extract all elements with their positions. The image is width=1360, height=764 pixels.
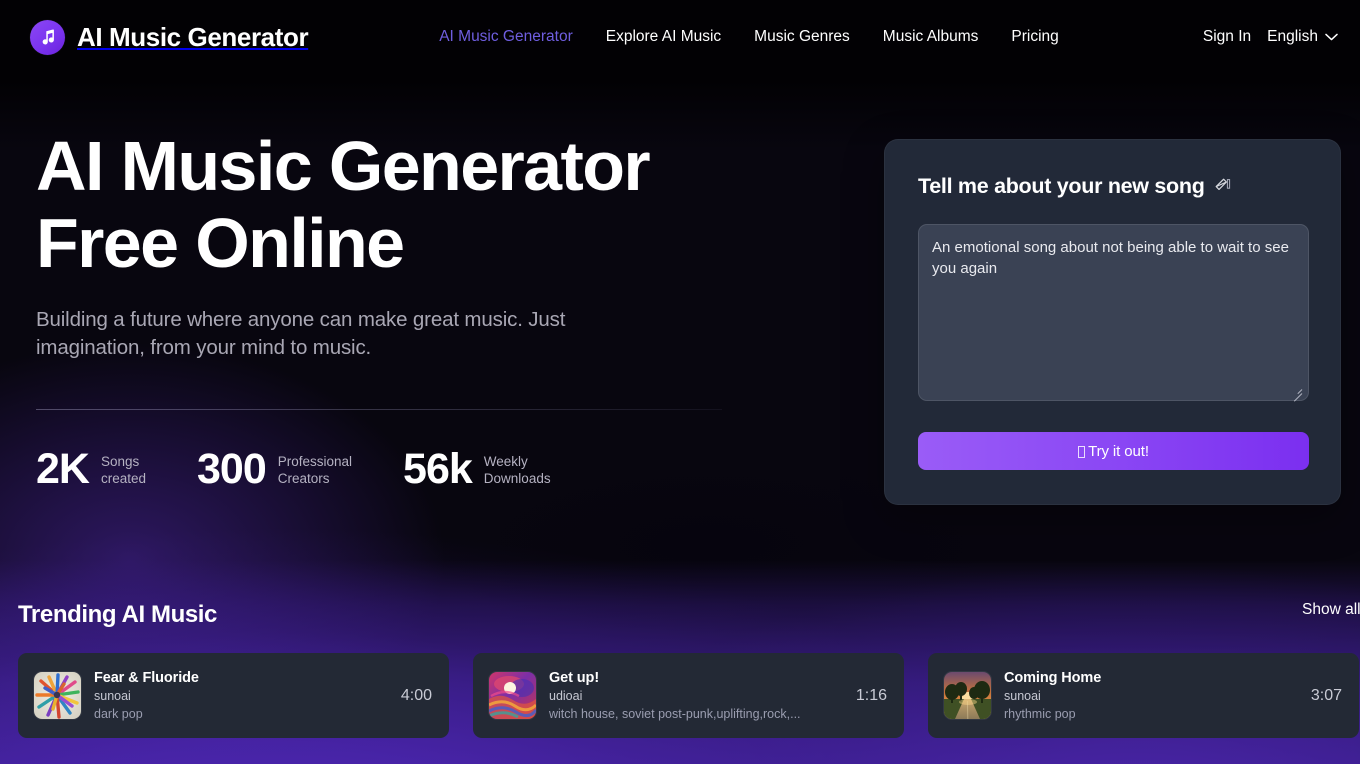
hero-title-line-2: Free Online bbox=[36, 204, 405, 282]
prompt-card-title: Tell me about your new song bbox=[918, 174, 1205, 198]
brand-logo-link[interactable]: AI Music Generator bbox=[30, 19, 309, 55]
missing-glyph-box-icon bbox=[1078, 446, 1086, 458]
stats-row: 2K Songs created 300 Professional Creato… bbox=[36, 448, 736, 491]
track-genre: dark pop bbox=[94, 706, 143, 721]
track-title: Coming Home bbox=[1004, 669, 1102, 686]
track-duration: 4:00 bbox=[400, 686, 432, 704]
hero-divider bbox=[36, 409, 722, 410]
stat-item: 300 Professional Creators bbox=[197, 448, 352, 491]
brand-name: AI Music Generator bbox=[77, 21, 309, 52]
trending-track-list: Fear & Fluoride sunoai dark pop 4:00 Get… bbox=[18, 653, 1359, 738]
track-artist: udioai bbox=[549, 688, 583, 703]
track-duration: 1:16 bbox=[855, 686, 887, 704]
hero-section: AI Music Generator Free Online Building … bbox=[36, 128, 736, 491]
track-card[interactable]: Get up! udioai witch house, soviet post-… bbox=[473, 653, 904, 738]
track-duration: 3:07 bbox=[1310, 686, 1342, 704]
nav-link-explore-ai-music[interactable]: Explore AI Music bbox=[606, 28, 721, 46]
song-description-input[interactable] bbox=[918, 224, 1309, 401]
track-genre: rhythmic pop bbox=[1004, 706, 1076, 721]
hero-subtitle: Building a future where anyone can make … bbox=[36, 308, 566, 359]
nav-link-music-genres[interactable]: Music Genres bbox=[754, 28, 850, 46]
prompt-card: Tell me about your new song Try it out! bbox=[884, 139, 1341, 505]
nav-link-ai-music-generator[interactable]: AI Music Generator bbox=[439, 28, 573, 46]
nav-link-pricing[interactable]: Pricing bbox=[1011, 28, 1058, 46]
page-root: AI Music Generator AI Music Generator Ex… bbox=[0, 0, 1360, 764]
hero-title-line-1: AI Music Generator bbox=[36, 127, 651, 205]
language-selector[interactable]: English bbox=[1267, 28, 1338, 46]
pencil-edit-icon bbox=[1214, 176, 1231, 197]
stat-item: 2K Songs created bbox=[36, 448, 146, 491]
nav-link-music-albums[interactable]: Music Albums bbox=[883, 28, 979, 46]
track-info: Get up! udioai witch house, soviet post-… bbox=[549, 669, 844, 723]
track-card[interactable]: Coming Home sunoai rhythmic pop 3:07 bbox=[928, 653, 1359, 738]
primary-nav: AI Music Generator Explore AI Music Musi… bbox=[439, 28, 1059, 46]
track-artist: sunoai bbox=[1004, 688, 1041, 703]
chevron-down-icon bbox=[1325, 28, 1338, 46]
try-it-out-button[interactable]: Try it out! bbox=[918, 432, 1309, 470]
language-label: English bbox=[1267, 28, 1318, 45]
track-title: Get up! bbox=[549, 669, 600, 686]
site-header: AI Music Generator AI Music Generator Ex… bbox=[0, 0, 1360, 74]
stat-label: Songs created bbox=[100, 453, 146, 486]
trending-title: Trending AI Music bbox=[18, 601, 217, 628]
header-actions: Sign In English bbox=[1203, 28, 1344, 46]
try-it-out-label: Try it out! bbox=[1088, 442, 1149, 460]
track-card[interactable]: Fear & Fluoride sunoai dark pop 4:00 bbox=[18, 653, 449, 738]
stat-value: 56k bbox=[403, 445, 473, 493]
album-art-colorful-burst-icon bbox=[34, 672, 81, 719]
prompt-card-header: Tell me about your new song bbox=[885, 140, 1340, 199]
track-artist: sunoai bbox=[94, 688, 131, 703]
trending-header: Trending AI Music bbox=[18, 601, 1360, 629]
track-title: Fear & Fluoride bbox=[94, 669, 199, 686]
show-all-link[interactable]: Show all bbox=[1302, 601, 1360, 619]
stat-label: Weekly Downloads bbox=[483, 453, 551, 486]
album-art-swirl-abstract-icon bbox=[489, 672, 536, 719]
stat-item: 56k Weekly Downloads bbox=[403, 448, 551, 491]
sign-in-link[interactable]: Sign In bbox=[1203, 28, 1251, 46]
page-title: AI Music Generator Free Online bbox=[36, 128, 736, 282]
track-info: Coming Home sunoai rhythmic pop bbox=[1004, 669, 1299, 723]
album-art-sunset-road-icon bbox=[944, 672, 991, 719]
track-info: Fear & Fluoride sunoai dark pop bbox=[94, 669, 389, 723]
stat-value: 300 bbox=[197, 445, 267, 493]
stat-value: 2K bbox=[36, 445, 90, 493]
track-genre: witch house, soviet post-punk,uplifting,… bbox=[549, 706, 801, 721]
stat-label: Professional Creators bbox=[277, 453, 353, 486]
music-note-icon bbox=[30, 19, 65, 55]
